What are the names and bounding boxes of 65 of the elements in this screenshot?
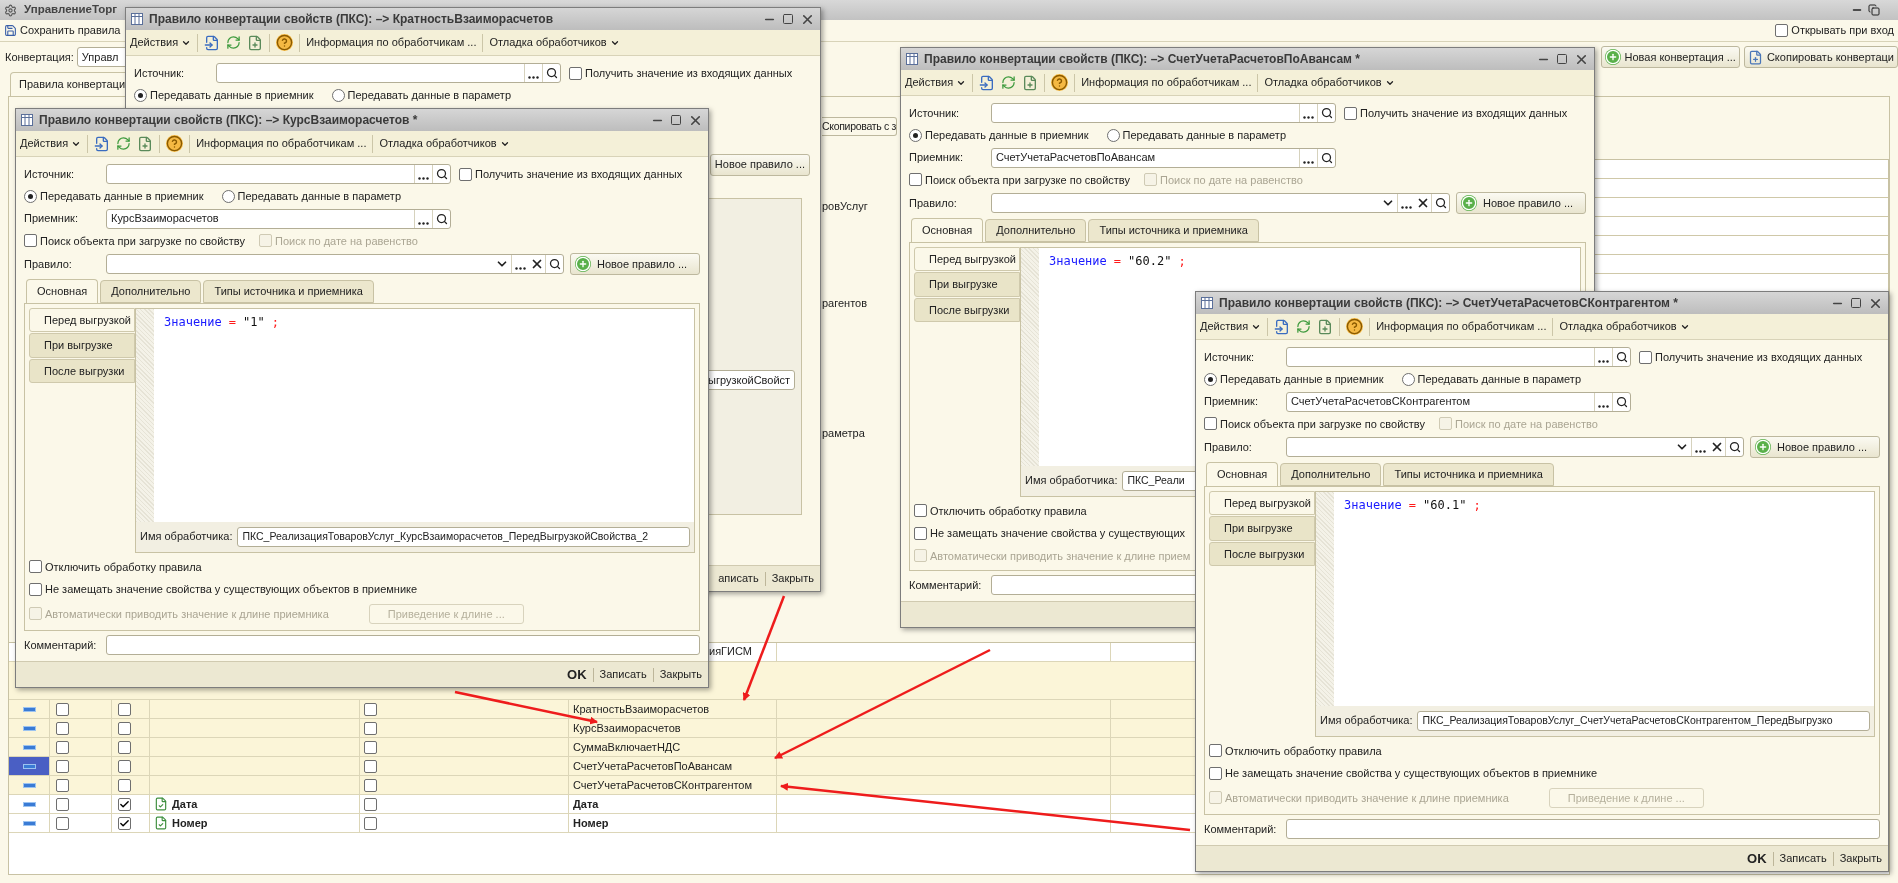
list-text: рагентов: [822, 295, 869, 311]
checkbox-label: Получить значение из входящих данных: [475, 166, 683, 182]
radio-label: Передавать данные в параметр: [237, 189, 401, 204]
checkbox-label: Получить значение из входящих данных: [1655, 349, 1863, 365]
field-label: Приемник:: [24, 211, 79, 227]
checkbox-label: Получить значение из входящих данных: [585, 65, 793, 81]
checkbox-label: Автоматически приводить значение к длине приемника: [45, 606, 329, 622]
radio-label: Передавать данные в приемник: [1220, 372, 1384, 387]
checkbox-label: Автоматически приводить значение к длине приемника: [1225, 790, 1509, 806]
list-text: раметра: [822, 426, 866, 442]
field-label: Источник:: [24, 166, 75, 182]
radio-label: Передавать данные в параметр: [1122, 128, 1286, 143]
checkbox-label: Не замещать значение свойства у существующих объектов в приемнике: [45, 582, 418, 597]
table-cell-text: Номер: [172, 815, 208, 831]
window-title: УправлениеТорг: [24, 2, 118, 18]
checkbox-label: Поиск объекта при загрузке по свойству: [40, 233, 245, 249]
table-cell-text: КратностьВзаиморасчетов: [573, 701, 710, 717]
checkbox-label: Не замещать значение свойства у существующих объектов в приемнике: [1225, 766, 1598, 781]
window-title: Правило конвертации свойств (ПКС): –> КурсВзаиморасчетов *: [39, 112, 419, 129]
table-cell-text: СчетУчетаРасчетовПоАвансам: [573, 758, 733, 774]
radio-label: Передавать данные в параметр: [1417, 372, 1581, 387]
field-label: Источник:: [1204, 349, 1255, 365]
window-title: Правило конвертации свойств (ПКС): –> КратностьВзаиморасчетов: [149, 11, 555, 28]
table-cell-text: КурсВзаиморасчетов: [573, 720, 681, 736]
checkbox-label: Получить значение из входящих данных: [1360, 105, 1568, 121]
code-line: Значение = "1" ;: [163, 313, 279, 331]
checkbox-label: Открывать при вход: [1791, 23, 1894, 39]
field-label: Комментарий:: [1204, 821, 1278, 837]
radio-label: Передавать данные в приемник: [40, 189, 204, 204]
window-title: Правило конвертации свойств (ПКС): –> СчетУчетаРасчетовПоАвансам *: [924, 51, 1361, 68]
checkbox-label: Не замещать значение свойства у существующих: [930, 526, 1186, 541]
code-line: Значение = "60.2" ;: [1048, 252, 1186, 270]
checkbox-label: Поиск объекта при загрузке по свойству: [925, 172, 1130, 188]
radio-label: Передавать данные в приемник: [925, 128, 1089, 143]
checkbox-label: Отключить обработку правила: [1225, 743, 1382, 759]
code-line: Значение = "60.1" ;: [1343, 496, 1481, 514]
radio-label: Передавать данные в параметр: [347, 88, 511, 103]
table-cell-text: СчетУчетаРасчетовСКонтрагентом: [573, 777, 753, 793]
field-label: Приемник:: [1204, 394, 1259, 410]
field-label: Источник:: [909, 105, 960, 121]
table-cell-text: СуммаВключаетНДС: [573, 739, 681, 755]
window-title: Правило конвертации свойств (ПКС): –> СчетУчетаРасчетовСКонтрагентом *: [1219, 295, 1679, 312]
table-cell-text: Номер: [573, 815, 609, 831]
field-label: Приемник:: [909, 150, 964, 166]
checkbox-label: Поиск объекта при загрузке по свойству: [1220, 416, 1425, 432]
field-label: Имя обработчика:: [1320, 713, 1413, 729]
radio-label: Передавать данные в приемник: [150, 88, 314, 103]
table-cell-text: Дата: [573, 796, 599, 812]
checkbox-label: Отключить обработку правила: [930, 503, 1087, 519]
field-label: Комментарий:: [909, 577, 983, 593]
checkbox-label: Поиск по дате на равенство: [1454, 416, 1598, 432]
field-label: Правило:: [909, 195, 958, 211]
table-cell: ияГИСМ: [709, 645, 752, 657]
table-cell-text: Дата: [172, 796, 198, 812]
field-label: Правило:: [24, 256, 73, 272]
checkbox-label: Поиск по дате на равенство: [274, 233, 418, 249]
field-label: Конвертация:: [5, 49, 74, 65]
checkbox-label: Отключить обработку правила: [45, 559, 202, 575]
field-label: Имя обработчика:: [140, 529, 233, 545]
list-text: ровУслуг: [822, 199, 869, 215]
field-label: Комментарий:: [24, 637, 98, 653]
checkbox-label: Автоматически приводить значение к длине прием: [930, 548, 1191, 564]
checkbox-label: Поиск по дате на равенство: [1159, 172, 1303, 188]
field-label: Правило:: [1204, 439, 1253, 455]
field-label: Имя обработчика:: [1025, 473, 1118, 489]
